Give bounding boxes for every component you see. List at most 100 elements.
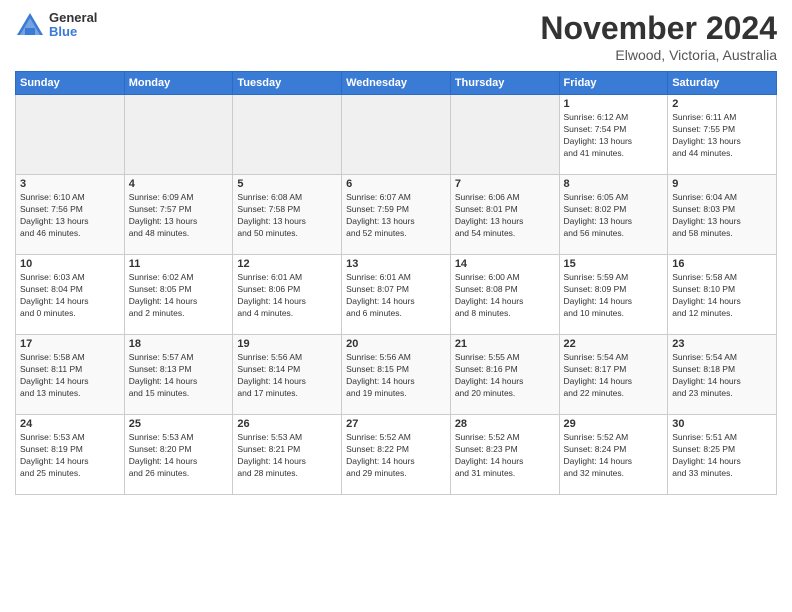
day-info-3-3: Sunrise: 5:56 AM Sunset: 8:15 PM Dayligh… xyxy=(346,352,446,400)
day-info-2-0: Sunrise: 6:03 AM Sunset: 8:04 PM Dayligh… xyxy=(20,272,120,320)
day-number-2-3: 13 xyxy=(346,258,446,270)
day-info-0-6: Sunrise: 6:11 AM Sunset: 7:55 PM Dayligh… xyxy=(672,112,772,160)
day-info-3-0: Sunrise: 5:58 AM Sunset: 8:11 PM Dayligh… xyxy=(20,352,120,400)
cell-3-1: 18Sunrise: 5:57 AM Sunset: 8:13 PM Dayli… xyxy=(124,335,233,415)
day-info-1-4: Sunrise: 6:06 AM Sunset: 8:01 PM Dayligh… xyxy=(455,192,555,240)
day-info-4-2: Sunrise: 5:53 AM Sunset: 8:21 PM Dayligh… xyxy=(237,432,337,480)
cell-4-1: 25 Sunrise: 5:53 AM Sunset: 8:20 PM Dayli… xyxy=(124,415,233,495)
day-number-4-2: 26 xyxy=(237,418,337,430)
day-info-2-1: Sunrise: 6:02 AM Sunset: 8:05 PM Dayligh… xyxy=(129,272,229,320)
cell-3-5: 22Sunrise: 5:54 AM Sunset: 8:17 PM Dayli… xyxy=(559,335,668,415)
day-info-2-5: Sunrise: 5:59 AM Sunset: 8:09 PM Dayligh… xyxy=(564,272,664,320)
header: General Blue November 2024 Elwood, Victo… xyxy=(15,10,777,63)
day-number-1-4: 7 xyxy=(455,178,555,190)
day-number-3-6: 23 xyxy=(672,338,772,350)
day-number-3-3: 20 xyxy=(346,338,446,350)
day-number-1-2: 5 xyxy=(237,178,337,190)
header-friday: Friday xyxy=(559,72,668,95)
day-number-2-6: 16 xyxy=(672,258,772,270)
day-info-3-6: Sunrise: 5:54 AM Sunset: 8:18 PM Dayligh… xyxy=(672,352,772,400)
title-block: November 2024 Elwood, Victoria, Australi… xyxy=(540,10,777,63)
cell-4-0: 24 Sunrise: 5:53 AM Sunset: 8:19 PM Dayli… xyxy=(16,415,125,495)
logo: General Blue xyxy=(15,10,97,40)
location: Elwood, Victoria, Australia xyxy=(540,47,777,63)
week-row-0: 1Sunrise: 6:12 AM Sunset: 7:54 PM Daylig… xyxy=(16,95,777,175)
day-info-0-5: Sunrise: 6:12 AM Sunset: 7:54 PM Dayligh… xyxy=(564,112,664,160)
day-info-3-2: Sunrise: 5:56 AM Sunset: 8:14 PM Dayligh… xyxy=(237,352,337,400)
month-title: November 2024 xyxy=(540,10,777,47)
day-info-2-4: Sunrise: 6:00 AM Sunset: 8:08 PM Dayligh… xyxy=(455,272,555,320)
cell-4-6: 30 Sunrise: 5:51 AM Sunset: 8:25 PM Dayli… xyxy=(668,415,777,495)
cell-3-6: 23 Sunrise: 5:54 AM Sunset: 8:18 PM Dayli… xyxy=(668,335,777,415)
day-info-4-3: Sunrise: 5:52 AM Sunset: 8:22 PM Dayligh… xyxy=(346,432,446,480)
cell-0-5: 1Sunrise: 6:12 AM Sunset: 7:54 PM Daylig… xyxy=(559,95,668,175)
day-info-2-3: Sunrise: 6:01 AM Sunset: 8:07 PM Dayligh… xyxy=(346,272,446,320)
cell-4-5: 29 Sunrise: 5:52 AM Sunset: 8:24 PM Dayli… xyxy=(559,415,668,495)
day-info-1-6: Sunrise: 6:04 AM Sunset: 8:03 PM Dayligh… xyxy=(672,192,772,240)
cell-2-0: 10Sunrise: 6:03 AM Sunset: 8:04 PM Dayli… xyxy=(16,255,125,335)
day-info-4-5: Sunrise: 5:52 AM Sunset: 8:24 PM Dayligh… xyxy=(564,432,664,480)
cell-4-2: 26 Sunrise: 5:53 AM Sunset: 8:21 PM Dayli… xyxy=(233,415,342,495)
logo-blue: Blue xyxy=(49,25,97,39)
day-number-4-3: 27 xyxy=(346,418,446,430)
cell-3-2: 19 Sunrise: 5:56 AM Sunset: 8:14 PM Dayli… xyxy=(233,335,342,415)
day-number-1-5: 8 xyxy=(564,178,664,190)
cell-4-4: 28 Sunrise: 5:52 AM Sunset: 8:23 PM Dayli… xyxy=(450,415,559,495)
cell-3-4: 21 Sunrise: 5:55 AM Sunset: 8:16 PM Dayli… xyxy=(450,335,559,415)
header-saturday: Saturday xyxy=(668,72,777,95)
day-number-0-6: 2 xyxy=(672,98,772,110)
cell-0-2 xyxy=(233,95,342,175)
day-number-1-0: 3 xyxy=(20,178,120,190)
day-number-2-2: 12 xyxy=(237,258,337,270)
cell-3-3: 20 Sunrise: 5:56 AM Sunset: 8:15 PM Dayli… xyxy=(342,335,451,415)
day-number-2-1: 11 xyxy=(129,258,229,270)
day-info-4-0: Sunrise: 5:53 AM Sunset: 8:19 PM Dayligh… xyxy=(20,432,120,480)
day-number-1-3: 6 xyxy=(346,178,446,190)
cell-1-3: 6Sunrise: 6:07 AM Sunset: 7:59 PM Daylig… xyxy=(342,175,451,255)
week-row-3: 17 Sunrise: 5:58 AM Sunset: 8:11 PM Dayli… xyxy=(16,335,777,415)
cell-1-6: 9Sunrise: 6:04 AM Sunset: 8:03 PM Daylig… xyxy=(668,175,777,255)
day-number-3-0: 17 xyxy=(20,338,120,350)
cell-2-5: 15Sunrise: 5:59 AM Sunset: 8:09 PM Dayli… xyxy=(559,255,668,335)
day-info-2-2: Sunrise: 6:01 AM Sunset: 8:06 PM Dayligh… xyxy=(237,272,337,320)
day-info-4-6: Sunrise: 5:51 AM Sunset: 8:25 PM Dayligh… xyxy=(672,432,772,480)
header-sunday: Sunday xyxy=(16,72,125,95)
day-info-4-4: Sunrise: 5:52 AM Sunset: 8:23 PM Dayligh… xyxy=(455,432,555,480)
day-number-4-0: 24 xyxy=(20,418,120,430)
day-number-4-5: 29 xyxy=(564,418,664,430)
cell-1-1: 4Sunrise: 6:09 AM Sunset: 7:57 PM Daylig… xyxy=(124,175,233,255)
header-wednesday: Wednesday xyxy=(342,72,451,95)
logo-text: General Blue xyxy=(49,11,97,40)
day-number-3-4: 21 xyxy=(455,338,555,350)
calendar-table: Sunday Monday Tuesday Wednesday Thursday… xyxy=(15,71,777,495)
week-row-1: 3 Sunrise: 6:10 AM Sunset: 7:56 PM Daylig… xyxy=(16,175,777,255)
cell-4-3: 27 Sunrise: 5:52 AM Sunset: 8:22 PM Dayli… xyxy=(342,415,451,495)
header-thursday: Thursday xyxy=(450,72,559,95)
main-container: General Blue November 2024 Elwood, Victo… xyxy=(0,0,792,500)
header-row: Sunday Monday Tuesday Wednesday Thursday… xyxy=(16,72,777,95)
day-info-3-4: Sunrise: 5:55 AM Sunset: 8:16 PM Dayligh… xyxy=(455,352,555,400)
day-number-4-6: 30 xyxy=(672,418,772,430)
day-number-4-4: 28 xyxy=(455,418,555,430)
day-info-1-0: Sunrise: 6:10 AM Sunset: 7:56 PM Dayligh… xyxy=(20,192,120,240)
cell-2-1: 11 Sunrise: 6:02 AM Sunset: 8:05 PM Dayli… xyxy=(124,255,233,335)
cell-2-3: 13 Sunrise: 6:01 AM Sunset: 8:07 PM Dayli… xyxy=(342,255,451,335)
cell-2-4: 14 Sunrise: 6:00 AM Sunset: 8:08 PM Dayli… xyxy=(450,255,559,335)
header-tuesday: Tuesday xyxy=(233,72,342,95)
cell-2-2: 12 Sunrise: 6:01 AM Sunset: 8:06 PM Dayli… xyxy=(233,255,342,335)
week-row-2: 10Sunrise: 6:03 AM Sunset: 8:04 PM Dayli… xyxy=(16,255,777,335)
day-number-3-5: 22 xyxy=(564,338,664,350)
cell-2-6: 16 Sunrise: 5:58 AM Sunset: 8:10 PM Dayli… xyxy=(668,255,777,335)
day-info-1-5: Sunrise: 6:05 AM Sunset: 8:02 PM Dayligh… xyxy=(564,192,664,240)
logo-icon xyxy=(15,10,45,40)
day-number-3-2: 19 xyxy=(237,338,337,350)
day-number-2-4: 14 xyxy=(455,258,555,270)
day-info-4-1: Sunrise: 5:53 AM Sunset: 8:20 PM Dayligh… xyxy=(129,432,229,480)
day-info-2-6: Sunrise: 5:58 AM Sunset: 8:10 PM Dayligh… xyxy=(672,272,772,320)
cell-1-5: 8 Sunrise: 6:05 AM Sunset: 8:02 PM Daylig… xyxy=(559,175,668,255)
day-info-1-2: Sunrise: 6:08 AM Sunset: 7:58 PM Dayligh… xyxy=(237,192,337,240)
cell-3-0: 17 Sunrise: 5:58 AM Sunset: 8:11 PM Dayli… xyxy=(16,335,125,415)
cell-0-3 xyxy=(342,95,451,175)
day-number-4-1: 25 xyxy=(129,418,229,430)
day-info-3-1: Sunrise: 5:57 AM Sunset: 8:13 PM Dayligh… xyxy=(129,352,229,400)
